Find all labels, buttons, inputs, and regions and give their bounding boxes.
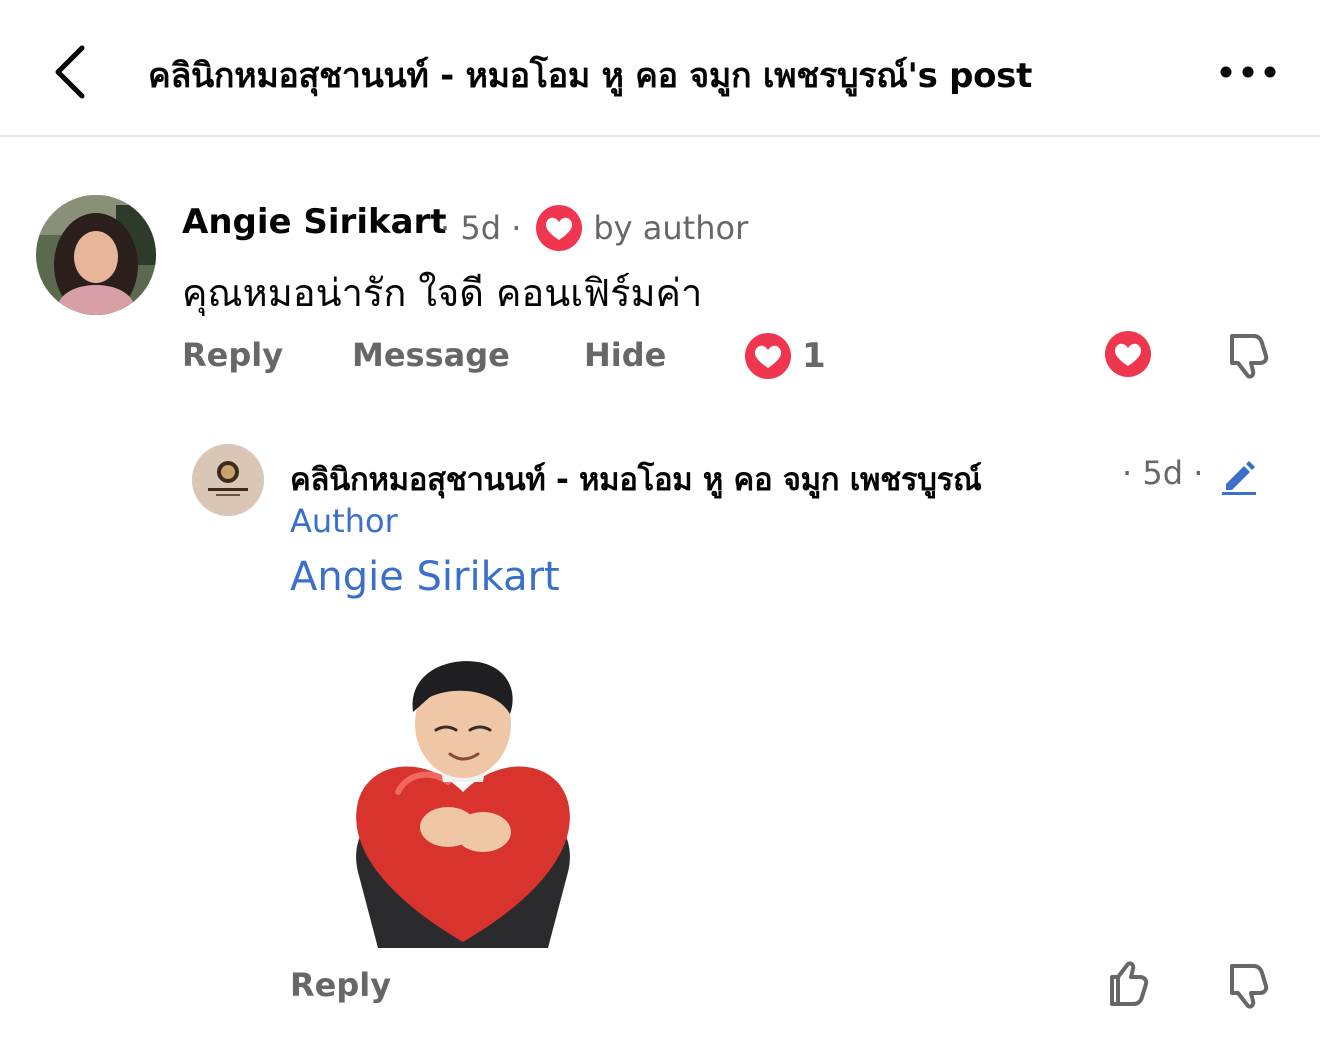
avatar[interactable] [192, 444, 264, 516]
heart-hug-sticker [338, 652, 588, 948]
clinic-logo-icon [192, 444, 264, 516]
comment-meta: · 5d · by author [440, 204, 748, 252]
love-icon [745, 333, 791, 379]
dislike-button[interactable] [1224, 960, 1272, 1014]
comment-time: · 5d · [440, 209, 522, 247]
back-button[interactable] [40, 36, 100, 108]
author-badge: Author [290, 502, 398, 540]
page-title: คลินิกหมอสุชานนท์ - หมอโอม หู คอ จมูก เพ… [148, 56, 1033, 96]
thumbs-down-icon [1230, 334, 1269, 379]
liked-by-author-label: by author [593, 209, 749, 247]
love-icon [1105, 331, 1151, 377]
reply-author[interactable]: คลินิกหมอสุชานนท์ - หมอโอม หู คอ จมูก เพ… [290, 454, 982, 504]
reaction-count: 1 [802, 336, 826, 376]
comment-author[interactable]: Angie Sirikart [182, 202, 447, 242]
message-button[interactable]: Message [352, 336, 510, 374]
thumbs-down-icon [1230, 964, 1269, 1009]
more-options-button[interactable] [1212, 54, 1284, 90]
pencil-icon [1222, 461, 1256, 495]
love-icon [535, 204, 583, 252]
reply-time: · 5d · [1122, 454, 1204, 492]
reply-button[interactable]: Reply [182, 336, 283, 374]
chevron-left-icon [55, 45, 85, 99]
edit-button[interactable] [1218, 454, 1260, 496]
reply-button[interactable]: Reply [290, 966, 391, 1004]
more-horizontal-icon [1220, 66, 1276, 78]
dislike-button[interactable] [1224, 330, 1272, 384]
like-button[interactable] [1104, 960, 1152, 1014]
top-bar: คลินิกหมอสุชานนท์ - หมอโอม หู คอ จมูก เพ… [0, 0, 1320, 137]
avatar[interactable] [36, 195, 156, 315]
mention-link[interactable]: Angie Sirikart [290, 554, 560, 600]
thumbs-up-icon [1110, 961, 1149, 1006]
comment-text: คุณหมอน่ารัก ใจดี คอนเฟิร์มค่า [182, 271, 703, 315]
love-reaction-button[interactable] [1104, 330, 1152, 382]
profile-photo [36, 195, 156, 315]
reaction-summary[interactable]: 1 [744, 332, 826, 380]
hide-button[interactable]: Hide [584, 336, 666, 374]
